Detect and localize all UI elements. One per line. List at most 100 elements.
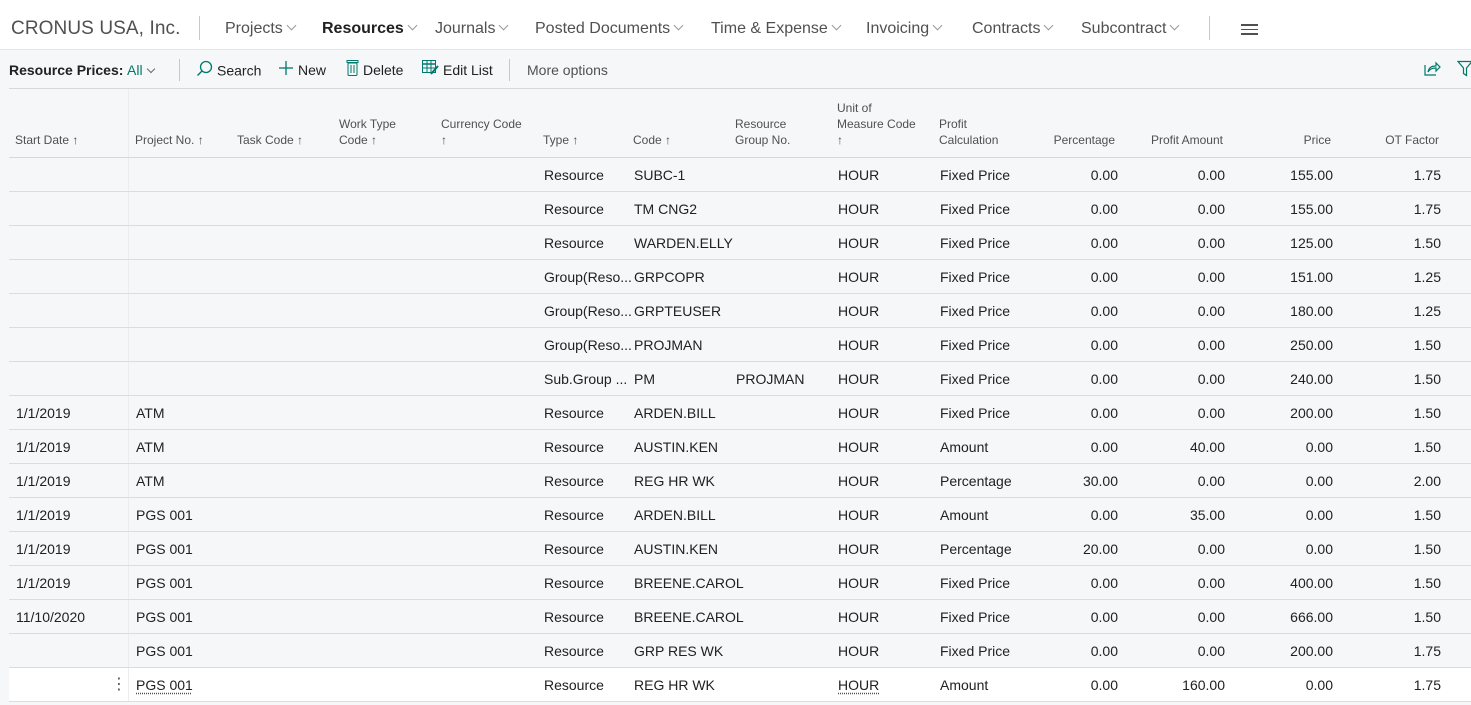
cell-ot-factor[interactable]: 1.50 [1414,235,1441,251]
cell-percentage[interactable]: 30.00 [1083,473,1118,489]
cell-type[interactable]: Resource [544,405,604,421]
cell-profit-amount[interactable]: 0.00 [1198,473,1225,489]
cell-percentage[interactable]: 0.00 [1091,337,1118,353]
nav-item-subcontract[interactable]: Subcontract [1081,20,1180,38]
cell-code[interactable]: REG HR WK [634,677,715,693]
nav-item-resources[interactable]: Resources [322,20,418,38]
cell-profit-calculation[interactable]: Fixed Price [940,201,1010,217]
share-icon[interactable] [1424,60,1441,82]
column-header-percentage[interactable]: Percentage [1054,132,1115,148]
cell-type[interactable]: Group(Reso... [544,337,632,353]
cell-code[interactable]: TM CNG2 [634,201,697,217]
cell-type[interactable]: Resource [544,609,604,625]
cell-unit-of-measure[interactable]: HOUR [838,371,879,387]
cell-project-no[interactable]: PGS 001 [136,643,193,659]
cell-code[interactable]: AUSTIN.KEN [634,439,718,455]
cell-profit-amount[interactable]: 0.00 [1198,167,1225,183]
cell-profit-amount[interactable]: 0.00 [1198,371,1225,387]
column-header-code[interactable]: Code ↑ [633,132,671,148]
cell-percentage[interactable]: 0.00 [1091,167,1118,183]
nav-item-time-expense[interactable]: Time & Expense [711,20,842,38]
cell-project-no[interactable]: PGS 001 [136,541,193,557]
cell-unit-of-measure[interactable]: HOUR [838,473,879,489]
cell-unit-of-measure[interactable]: HOUR [838,609,879,625]
cell-unit-of-measure[interactable]: HOUR [838,405,879,421]
table-row[interactable]: 1/1/2019 PGS 001 Resource ARDEN.BILL HOU… [9,498,1471,532]
cell-unit-of-measure[interactable]: HOUR [838,677,879,693]
column-header-profit-calculation[interactable]: Profit Calculation [939,116,998,148]
cell-profit-calculation[interactable]: Fixed Price [940,405,1010,421]
cell-profit-amount[interactable]: 0.00 [1198,405,1225,421]
column-header-resource-group-no[interactable]: Resource Group No. [735,116,790,148]
cell-profit-calculation[interactable]: Percentage [940,473,1012,489]
search-button[interactable]: Search [196,60,261,82]
column-header-task-code[interactable]: Task Code ↑ [237,132,303,148]
cell-unit-of-measure[interactable]: HOUR [838,643,879,659]
cell-type[interactable]: Resource [544,541,604,557]
cell-ot-factor[interactable]: 1.25 [1414,269,1441,285]
cell-profit-amount[interactable]: 0.00 [1198,235,1225,251]
column-header-project-no[interactable]: Project No. ↑ [135,132,204,148]
cell-percentage[interactable]: 0.00 [1091,235,1118,251]
table-row[interactable]: Group(Reso... PROJMAN HOUR Fixed Price 0… [9,328,1471,362]
cell-price[interactable]: 151.00 [1290,269,1333,285]
cell-ot-factor[interactable]: 1.50 [1414,405,1441,421]
nav-item-journals[interactable]: Journals [435,20,509,38]
table-row[interactable]: Group(Reso... GRPCOPR HOUR Fixed Price 0… [9,260,1471,294]
cell-project-no[interactable]: PGS 001 [136,575,193,591]
cell-start-date[interactable]: 1/1/2019 [16,507,71,523]
cell-percentage[interactable]: 0.00 [1091,609,1118,625]
cell-unit-of-measure[interactable]: HOUR [838,201,879,217]
cell-code[interactable]: WARDEN.ELLY [634,235,733,251]
cell-price[interactable]: 0.00 [1306,507,1333,523]
cell-percentage[interactable]: 0.00 [1091,269,1118,285]
cell-price[interactable]: 200.00 [1290,643,1333,659]
table-row[interactable]: Sub.Group ... PM PROJMAN HOUR Fixed Pric… [9,362,1471,396]
cell-code[interactable]: GRP RES WK [634,643,723,659]
cell-resource-group-no[interactable]: PROJMAN [736,371,804,387]
cell-code[interactable]: BREENE.CAROL [634,609,744,625]
cell-type[interactable]: Resource [544,473,604,489]
cell-profit-calculation[interactable]: Amount [940,677,988,693]
cell-type[interactable]: Group(Reso... [544,303,632,319]
cell-profit-calculation[interactable]: Fixed Price [940,167,1010,183]
cell-profit-amount[interactable]: 0.00 [1198,541,1225,557]
cell-profit-amount[interactable]: 0.00 [1198,269,1225,285]
row-actions-icon[interactable]: ⋮ [111,674,127,694]
cell-code[interactable]: ARDEN.BILL [634,507,716,523]
filter-icon[interactable] [1456,60,1471,82]
cell-start-date[interactable]: 11/10/2020 [16,609,85,625]
cell-unit-of-measure[interactable]: HOUR [838,235,879,251]
table-row[interactable]: 1/1/2019 PGS 001 Resource BREENE.CAROL H… [9,566,1471,600]
cell-unit-of-measure[interactable]: HOUR [838,167,879,183]
column-header-profit-amount[interactable]: Profit Amount [1151,132,1223,148]
cell-price[interactable]: 250.00 [1290,337,1333,353]
cell-price[interactable]: 0.00 [1306,677,1333,693]
cell-percentage[interactable]: 0.00 [1091,507,1118,523]
cell-profit-amount[interactable]: 0.00 [1198,609,1225,625]
cell-percentage[interactable]: 20.00 [1083,541,1118,557]
hamburger-icon[interactable] [1241,24,1258,35]
cell-profit-calculation[interactable]: Fixed Price [940,269,1010,285]
view-filter-dropdown[interactable]: All [127,62,155,78]
column-header-work-type-code[interactable]: Work Type Code ↑ [339,116,396,148]
cell-start-date[interactable]: 1/1/2019 [16,473,71,489]
cell-price[interactable]: 400.00 [1290,575,1333,591]
cell-percentage[interactable]: 0.00 [1091,303,1118,319]
cell-type[interactable]: Resource [544,167,604,183]
cell-code[interactable]: BREENE.CAROL [634,575,744,591]
cell-ot-factor[interactable]: 1.75 [1414,677,1441,693]
cell-code[interactable]: GRPTEUSER [634,303,721,319]
cell-price[interactable]: 0.00 [1306,473,1333,489]
cell-ot-factor[interactable]: 1.25 [1414,303,1441,319]
cell-profit-calculation[interactable]: Fixed Price [940,609,1010,625]
cell-project-no[interactable]: PGS 001 [136,609,193,625]
cell-profit-calculation[interactable]: Fixed Price [940,575,1010,591]
cell-price[interactable]: 180.00 [1290,303,1333,319]
table-row[interactable]: Resource TM CNG2 HOUR Fixed Price 0.00 0… [9,192,1471,226]
table-row[interactable]: 1/1/2019 PGS 001 Resource AUSTIN.KEN HOU… [9,532,1471,566]
cell-project-no[interactable]: PGS 001 [136,677,193,693]
table-row[interactable]: PGS 001 Resource GRP RES WK HOUR Fixed P… [9,634,1471,668]
cell-percentage[interactable]: 0.00 [1091,371,1118,387]
cell-profit-calculation[interactable]: Percentage [940,541,1012,557]
